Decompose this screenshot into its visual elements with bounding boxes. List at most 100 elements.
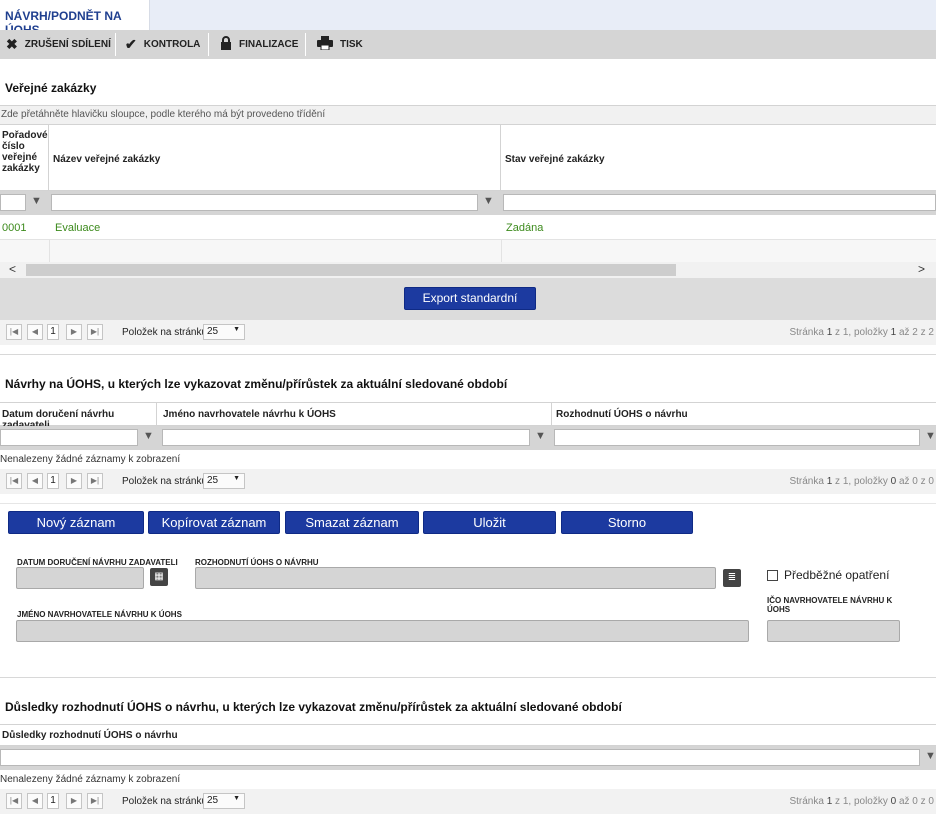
current-page[interactable]: 1 [47, 324, 59, 340]
finalize-button[interactable]: FINALIZACE [220, 30, 298, 59]
per-page-value: 25 [207, 475, 219, 486]
first-page-icon[interactable]: |◀ [6, 324, 22, 340]
cell-state[interactable]: Zadána [506, 222, 543, 234]
next-page-icon[interactable]: ▶ [66, 793, 82, 809]
column-header-delivery-date[interactable]: Datum doručení návrhu zadavateli [0, 403, 157, 431]
column-header-number[interactable]: Pořadové číslo veřejné zakázky [0, 125, 49, 190]
chevron-down-icon: ▼ [233, 795, 240, 802]
cancel-share-button[interactable]: ✖ ZRUŠENÍ SDÍLENÍ [6, 30, 111, 59]
proposer-ico-field[interactable] [767, 620, 900, 642]
public-contracts-header: Pořadové číslo veřejné zakázky Název veř… [0, 125, 936, 191]
per-page-select[interactable]: 25 ▼ [203, 324, 245, 340]
table-row[interactable]: 0001 Evaluace Zadána [0, 215, 936, 240]
prev-page-icon[interactable]: ◀ [27, 473, 43, 489]
calendar-icon[interactable]: ▦ [150, 568, 168, 586]
export-bar: Export standardní [0, 278, 936, 320]
proposer-name-field[interactable] [16, 620, 749, 642]
section-divider [0, 503, 936, 504]
check-button[interactable]: ✔ KONTROLA [125, 30, 200, 59]
print-label: TISK [340, 39, 363, 50]
decision-label: ROZHODNUTÍ ÚOHS O NÁVRHU [195, 558, 319, 567]
pager-info-prefix: Stránka [789, 327, 827, 338]
pager-info: Stránka 1 z 1, položky 0 až 0 z 0 [789, 476, 934, 487]
proposals-header: Datum doručení návrhu zadavateli Jméno n… [0, 402, 936, 431]
per-page-select[interactable]: 25 ▼ [203, 793, 245, 809]
filter-input-consequences[interactable] [0, 749, 920, 766]
pager-info-mid: z 1, položky [832, 476, 891, 487]
filter-row: ▼ ▼ [0, 191, 936, 215]
first-page-icon[interactable]: |◀ [6, 473, 22, 489]
chevron-down-icon: ▼ [233, 326, 240, 333]
per-page-value: 25 [207, 326, 219, 337]
pager-info-to: až 0 z 0 [896, 476, 934, 487]
prev-page-icon[interactable]: ◀ [27, 793, 43, 809]
filter-input-proposer-name[interactable] [162, 429, 530, 446]
copy-record-button[interactable]: Kopírovat záznam [148, 511, 280, 534]
next-page-icon[interactable]: ▶ [66, 473, 82, 489]
filter-input-state[interactable] [503, 194, 936, 211]
toolbar-divider [305, 33, 306, 56]
column-header-consequences[interactable]: Důsledky rozhodnutí ÚOHS o návrhu [0, 725, 936, 745]
delete-record-button[interactable]: Smazat záznam [285, 511, 419, 534]
table-row [0, 240, 936, 262]
column-header-state[interactable]: Stav veřejné zakázky [501, 125, 936, 190]
current-page[interactable]: 1 [47, 793, 59, 809]
preliminary-checkbox[interactable] [767, 570, 778, 581]
per-page-label: Položek na stránku [122, 476, 208, 487]
per-page-select[interactable]: 25 ▼ [203, 473, 245, 489]
toolbar-divider [208, 33, 209, 56]
prev-page-icon[interactable]: ◀ [27, 324, 43, 340]
print-button[interactable]: TISK [317, 30, 363, 59]
filter-input-name[interactable] [51, 194, 478, 211]
proposer-ico-label: IČO NAVRHOVATELE NÁVRHU K ÚOHS [767, 596, 893, 614]
section-divider [0, 354, 936, 355]
empty-state-text: Nenalezeny žádné záznamy k zobrazení [0, 774, 181, 785]
horizontal-scrollbar[interactable]: < > [0, 262, 936, 278]
next-page-icon[interactable]: ▶ [66, 324, 82, 340]
delivery-date-field[interactable] [16, 567, 144, 589]
filter-input-number[interactable] [0, 194, 26, 211]
scroll-left-icon[interactable]: < [9, 262, 16, 276]
tab-navrh-podnet[interactable]: NÁVRH/PODNĚT NA ÚOHS [0, 0, 150, 37]
filter-icon[interactable]: ▼ [925, 750, 936, 762]
filter-icon[interactable]: ▼ [925, 430, 936, 442]
pager-info-prefix: Stránka [789, 796, 827, 807]
decision-field[interactable] [195, 567, 716, 589]
filter-icon[interactable]: ▼ [31, 195, 42, 207]
list-icon[interactable]: ≣ [723, 569, 741, 587]
finalize-label: FINALIZACE [239, 39, 299, 50]
scrollbar-thumb[interactable] [26, 264, 676, 276]
save-button[interactable]: Uložit [423, 511, 556, 534]
pager-info-prefix: Stránka [789, 476, 827, 487]
group-drop-hint: Zde přetáhněte hlavičku sloupce, podle k… [0, 105, 936, 125]
filter-icon[interactable]: ▼ [143, 430, 154, 442]
cell-name[interactable]: Evaluace [55, 222, 100, 234]
filter-row: ▼ ▼ ▼ [0, 426, 936, 450]
filter-input-delivery-date[interactable] [0, 429, 138, 446]
pager-info-to: až 2 z 2 [896, 327, 934, 338]
proposer-name-label: JMÉNO NAVRHOVATELE NÁVRHU K ÚOHS [17, 610, 182, 619]
column-header-proposer-name[interactable]: Jméno navrhovatele návrhu k ÚOHS [157, 403, 552, 425]
consequences-header: Důsledky rozhodnutí ÚOHS o návrhu [0, 724, 936, 746]
toolbar-divider [115, 33, 116, 56]
new-record-button[interactable]: Nový záznam [8, 511, 144, 534]
current-page[interactable]: 1 [47, 473, 59, 489]
column-header-decision[interactable]: Rozhodnutí ÚOHS o návrhu [552, 403, 936, 425]
last-page-icon[interactable]: ▶| [87, 473, 103, 489]
first-page-icon[interactable]: |◀ [6, 793, 22, 809]
cancel-share-label: ZRUŠENÍ SDÍLENÍ [24, 39, 111, 50]
last-page-icon[interactable]: ▶| [87, 324, 103, 340]
pager-info-mid: z 1, položky [832, 327, 891, 338]
column-header-name[interactable]: Název veřejné zakázky [49, 125, 501, 190]
filter-input-decision[interactable] [554, 429, 920, 446]
pager-info-to: až 0 z 0 [896, 796, 934, 807]
export-standard-button[interactable]: Export standardní [404, 287, 536, 310]
cell-number[interactable]: 0001 [2, 222, 26, 234]
preliminary-label: Předběžné opatření [784, 568, 890, 582]
pager-public-contracts: |◀ ◀ 1 ▶ ▶| Položek na stránku 25 ▼ Strán… [0, 320, 936, 345]
last-page-icon[interactable]: ▶| [87, 793, 103, 809]
filter-icon[interactable]: ▼ [483, 195, 494, 207]
cancel-button[interactable]: Storno [561, 511, 693, 534]
scroll-right-icon[interactable]: > [918, 262, 925, 276]
filter-icon[interactable]: ▼ [535, 430, 546, 442]
